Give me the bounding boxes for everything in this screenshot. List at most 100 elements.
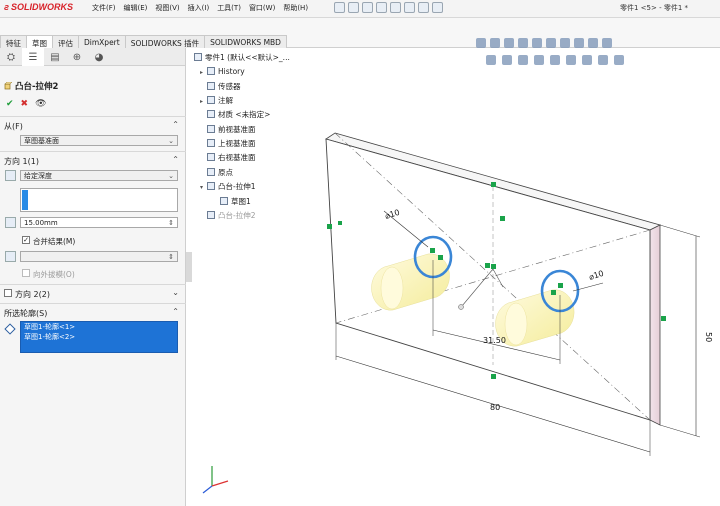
origin-icon bbox=[207, 168, 215, 176]
property-manager-tab[interactable]: ☰ bbox=[22, 48, 44, 66]
tree-item-label: 注解 bbox=[218, 96, 233, 105]
tree-root-label: 零件1 (默认<<默认>_... bbox=[205, 53, 290, 62]
menu-file[interactable]: 文件(F) bbox=[92, 3, 116, 13]
from-dropdown[interactable]: 草图基准面 ⌄ bbox=[20, 135, 178, 146]
camera-icon[interactable] bbox=[588, 38, 598, 48]
draft-outward-checkbox[interactable] bbox=[22, 269, 30, 277]
tree-item-annotations[interactable]: ▸ 注解 bbox=[200, 95, 233, 107]
dimxpert-manager-tab[interactable]: ⊕ bbox=[66, 48, 88, 66]
merge-result-label: 合并结果(M) bbox=[33, 237, 76, 246]
collapse-arrow-icon[interactable]: ▾ bbox=[200, 184, 207, 191]
open-file-icon[interactable] bbox=[348, 2, 359, 13]
tree-item-label: 上视基准面 bbox=[218, 139, 256, 148]
scene-icon[interactable] bbox=[560, 38, 570, 48]
draft-angle-input[interactable]: ⇕ bbox=[20, 251, 178, 262]
tree-item-extrude2[interactable]: 凸台-拉伸2 bbox=[207, 210, 255, 222]
tree-item-origin[interactable]: 原点 bbox=[207, 167, 233, 179]
draft-outward-label: 向外拔模(O) bbox=[33, 270, 75, 279]
menu-window[interactable]: 窗口(W) bbox=[249, 3, 275, 13]
tab-dimxpert[interactable]: DimXpert bbox=[78, 35, 126, 48]
expand-chevron-icon[interactable]: ⌄ bbox=[172, 288, 179, 297]
direction-vector-selection-box[interactable] bbox=[20, 188, 178, 212]
menu-help[interactable]: 帮助(H) bbox=[283, 3, 308, 13]
expand-arrow-icon[interactable]: ▸ bbox=[200, 69, 207, 76]
render-icon[interactable] bbox=[602, 38, 612, 48]
draft-icon[interactable] bbox=[5, 251, 16, 262]
selection-highlight bbox=[22, 190, 28, 210]
pm-action-bar: ✔ ✖ 👁 bbox=[6, 99, 47, 109]
end-condition-dropdown[interactable]: 给定深度 ⌄ bbox=[20, 170, 178, 181]
manager-tabs: ⛭ ☰ ▤ ⊕ ◕ bbox=[0, 48, 185, 66]
dimension-width[interactable]: 80 bbox=[490, 403, 500, 412]
depth-input[interactable]: 15.00mm ⇕ bbox=[20, 217, 178, 228]
tab-evaluate[interactable]: 评估 bbox=[52, 35, 79, 48]
tree-item-sensors[interactable]: 传感器 bbox=[207, 81, 241, 93]
hide-show-icon[interactable] bbox=[532, 38, 542, 48]
contour-selection-icon bbox=[4, 323, 16, 335]
tree-root[interactable]: 零件1 (默认<<默认>_... bbox=[194, 52, 290, 64]
print-icon[interactable] bbox=[376, 2, 387, 13]
list-item[interactable]: 草图1-轮廓<2> bbox=[21, 332, 177, 342]
list-item[interactable]: 草图1-轮廓<1> bbox=[21, 322, 177, 332]
rebuild-icon[interactable] bbox=[418, 2, 429, 13]
display-manager-tab[interactable]: ◕ bbox=[88, 48, 110, 66]
expand-arrow-icon[interactable]: ▸ bbox=[200, 98, 207, 105]
configuration-manager-tab[interactable]: ▤ bbox=[44, 48, 66, 66]
chevron-down-icon: ⌄ bbox=[168, 137, 174, 145]
collapse-chevron-icon[interactable]: ⌃ bbox=[172, 307, 179, 316]
ok-check-icon[interactable]: ✔ bbox=[6, 99, 14, 109]
selected-contours-list[interactable]: 草图1-轮廓<1> 草图1-轮廓<2> bbox=[20, 321, 178, 353]
cancel-x-icon[interactable]: ✖ bbox=[21, 99, 29, 109]
tab-mbd[interactable]: SOLIDWORKS MBD bbox=[204, 35, 287, 48]
dimension-spacing[interactable]: 31.50 bbox=[483, 336, 506, 345]
options-icon[interactable] bbox=[432, 2, 443, 13]
plane-icon bbox=[207, 125, 215, 133]
tab-sketch[interactable]: 草图 bbox=[26, 35, 53, 48]
undo-icon[interactable] bbox=[390, 2, 401, 13]
display-style-icon[interactable] bbox=[518, 38, 528, 48]
reverse-direction-icon[interactable] bbox=[5, 170, 16, 181]
direction2-checkbox[interactable] bbox=[4, 289, 12, 297]
menu-edit[interactable]: 编辑(E) bbox=[124, 3, 148, 13]
tree-item-front-plane[interactable]: 前视基准面 bbox=[207, 124, 256, 136]
view-orientation-icon[interactable] bbox=[476, 38, 486, 48]
tree-item-top-plane[interactable]: 上视基准面 bbox=[207, 138, 256, 150]
select-icon[interactable] bbox=[404, 2, 415, 13]
selected-contours-header[interactable]: 所选轮廓(S) bbox=[4, 308, 47, 319]
menu-tools[interactable]: 工具(T) bbox=[217, 3, 241, 13]
tree-item-history[interactable]: ▸ History bbox=[200, 67, 245, 79]
menu-view[interactable]: 视图(V) bbox=[155, 3, 179, 13]
save-icon[interactable] bbox=[362, 2, 373, 13]
tree-item-right-plane[interactable]: 右视基准面 bbox=[207, 152, 256, 164]
spinner-icon[interactable]: ⇕ bbox=[168, 218, 174, 228]
direction1-section-header[interactable]: 方向 1(1) bbox=[4, 156, 39, 167]
feature-manager-tab[interactable]: ⛭ bbox=[0, 48, 22, 66]
collapse-chevron-icon[interactable]: ⌃ bbox=[172, 120, 179, 129]
view-settings-icon[interactable] bbox=[574, 38, 584, 48]
merge-result-checkbox[interactable]: ✓ bbox=[22, 236, 30, 244]
collapse-chevron-icon[interactable]: ⌃ bbox=[172, 155, 179, 164]
direction2-section-header[interactable]: 方向 2(2) bbox=[15, 289, 50, 300]
app-logo[interactable]: ƨ SOLIDWORKS bbox=[4, 2, 73, 12]
tree-item-sketch1[interactable]: 草图1 bbox=[220, 196, 251, 208]
tab-features[interactable]: 特征 bbox=[0, 35, 27, 48]
preview-eye-icon[interactable]: 👁 bbox=[35, 99, 46, 109]
zoom-fit-icon[interactable] bbox=[490, 38, 500, 48]
divider bbox=[0, 303, 186, 304]
new-file-icon[interactable] bbox=[334, 2, 345, 13]
menu-insert[interactable]: 插入(I) bbox=[188, 3, 210, 13]
section-view-icon[interactable] bbox=[504, 38, 514, 48]
from-section-header[interactable]: 从(F) bbox=[4, 121, 23, 132]
depth-icon bbox=[5, 217, 16, 228]
dimension-height[interactable]: 50 bbox=[704, 332, 713, 342]
divider bbox=[0, 116, 186, 117]
plane-icon bbox=[207, 139, 215, 147]
title-bar: ƨ SOLIDWORKS 文件(F) 编辑(E) 视图(V) 插入(I) 工具(T… bbox=[0, 0, 720, 18]
tree-item-material[interactable]: 材质 <未指定> bbox=[207, 109, 270, 121]
tree-item-extrude1[interactable]: ▾ 凸台-拉伸1 bbox=[200, 181, 255, 193]
divider bbox=[0, 151, 186, 152]
appearance-icon[interactable] bbox=[546, 38, 556, 48]
extrude-icon bbox=[207, 182, 215, 190]
tab-addins[interactable]: SOLIDWORKS 插件 bbox=[124, 35, 206, 48]
tree-item-label: 传感器 bbox=[218, 82, 241, 91]
